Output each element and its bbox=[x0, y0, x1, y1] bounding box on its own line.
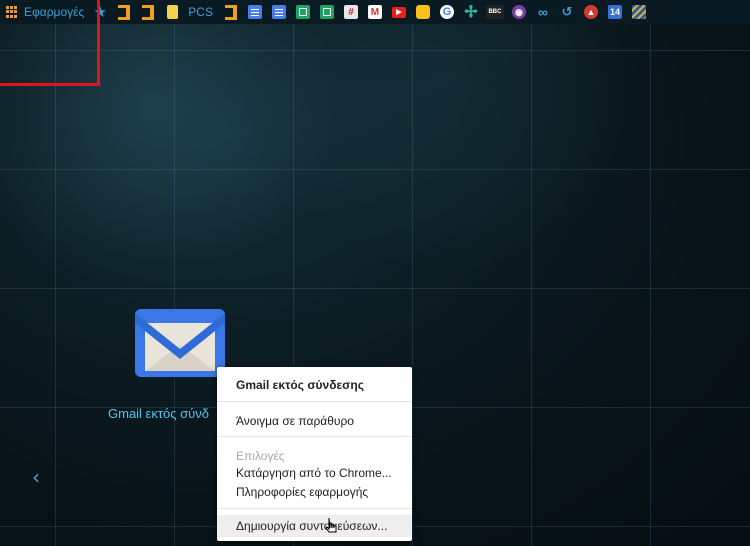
google-sheets-icon bbox=[295, 5, 310, 19]
calendar-icon: 14 bbox=[607, 5, 622, 19]
bookmarks-bar: Εφαρμογές ★ PCS # M ▶ G ✢ BBC ◉ ∞ ↺ ▲ 14 bbox=[0, 0, 750, 24]
history-icon: ↺ bbox=[561, 4, 573, 20]
bookmark-sheets-2[interactable] bbox=[315, 0, 339, 24]
highlight-box bbox=[0, 0, 100, 86]
bookmark-eye[interactable]: ◉ bbox=[507, 0, 531, 24]
bookmark-youtube[interactable]: ▶ bbox=[387, 0, 411, 24]
menu-separator bbox=[217, 401, 412, 402]
youtube-icon: ▶ bbox=[391, 6, 406, 18]
google-docs-icon bbox=[247, 5, 262, 19]
app-label[interactable]: Gmail εκτός σύνδ bbox=[108, 406, 218, 421]
menu-options-header: Επιλογές bbox=[236, 449, 285, 463]
bookmark-sheets-1[interactable] bbox=[291, 0, 315, 24]
menu-item-remove[interactable]: Κατάργηση από το Chrome... bbox=[236, 466, 392, 480]
keep-icon bbox=[415, 5, 430, 19]
bookmark-2[interactable] bbox=[136, 0, 160, 24]
context-menu: Gmail εκτός σύνδεσης Άνοιγμα σε παράθυρο… bbox=[217, 367, 412, 541]
bookmark-history[interactable]: ↺ bbox=[555, 0, 579, 24]
bookmark-bbc[interactable]: BBC bbox=[483, 0, 507, 24]
previous-page-arrow[interactable]: ‹ bbox=[32, 465, 40, 489]
bookmark-gmail[interactable]: M bbox=[363, 0, 387, 24]
bookmark-docs-1[interactable] bbox=[243, 0, 267, 24]
bookmark-folder[interactable] bbox=[160, 0, 184, 24]
gmail-icon: M bbox=[367, 5, 382, 19]
slack-icon: # bbox=[343, 5, 358, 19]
pcs-label: PCS bbox=[188, 5, 213, 19]
menu-separator bbox=[217, 508, 412, 509]
bookmark-pcs[interactable]: PCS bbox=[184, 0, 219, 24]
striped-icon bbox=[631, 5, 646, 19]
bookmark-orange-icon bbox=[118, 4, 131, 20]
google-icon: G bbox=[439, 5, 454, 19]
gmail-envelope-icon bbox=[135, 309, 225, 377]
cross-icon: ✢ bbox=[464, 4, 478, 21]
bookmark-docs-2[interactable] bbox=[267, 0, 291, 24]
menu-item-app-info[interactable]: Πληροφορίες εφαρμογής bbox=[236, 485, 368, 499]
google-docs-icon bbox=[271, 5, 286, 19]
bookmark-slack[interactable]: # bbox=[339, 0, 363, 24]
bookmark-google[interactable]: G bbox=[435, 0, 459, 24]
eye-icon: ◉ bbox=[511, 5, 526, 19]
bookmark-infinity[interactable]: ∞ bbox=[531, 0, 555, 24]
bookmark-calendar[interactable]: 14 bbox=[603, 0, 627, 24]
bookmark-cross[interactable]: ✢ bbox=[459, 0, 483, 24]
bookmark-orange-icon bbox=[142, 4, 155, 20]
google-sheets-icon bbox=[319, 5, 334, 19]
mouse-pointer-icon bbox=[325, 517, 337, 533]
infinity-icon: ∞ bbox=[537, 4, 548, 20]
menu-title: Gmail εκτός σύνδεσης bbox=[236, 378, 364, 392]
bookmark-striped[interactable] bbox=[627, 0, 651, 24]
bookmark-3[interactable] bbox=[219, 0, 243, 24]
bbc-icon: BBC bbox=[485, 5, 504, 19]
warning-icon: ▲ bbox=[583, 5, 598, 19]
bookmark-orange-icon bbox=[224, 4, 237, 20]
bookmark-keep[interactable] bbox=[411, 0, 435, 24]
bookmark-warning[interactable]: ▲ bbox=[579, 0, 603, 24]
menu-separator bbox=[217, 436, 412, 437]
bookmark-1[interactable] bbox=[112, 0, 136, 24]
menu-item-open-window[interactable]: Άνοιγμα σε παράθυρο bbox=[236, 414, 354, 428]
menu-item-create-shortcuts[interactable]: Δημιουργία συντομεύσεων... bbox=[236, 519, 387, 533]
gmail-offline-app-icon[interactable] bbox=[135, 309, 225, 377]
folder-icon bbox=[166, 5, 178, 19]
